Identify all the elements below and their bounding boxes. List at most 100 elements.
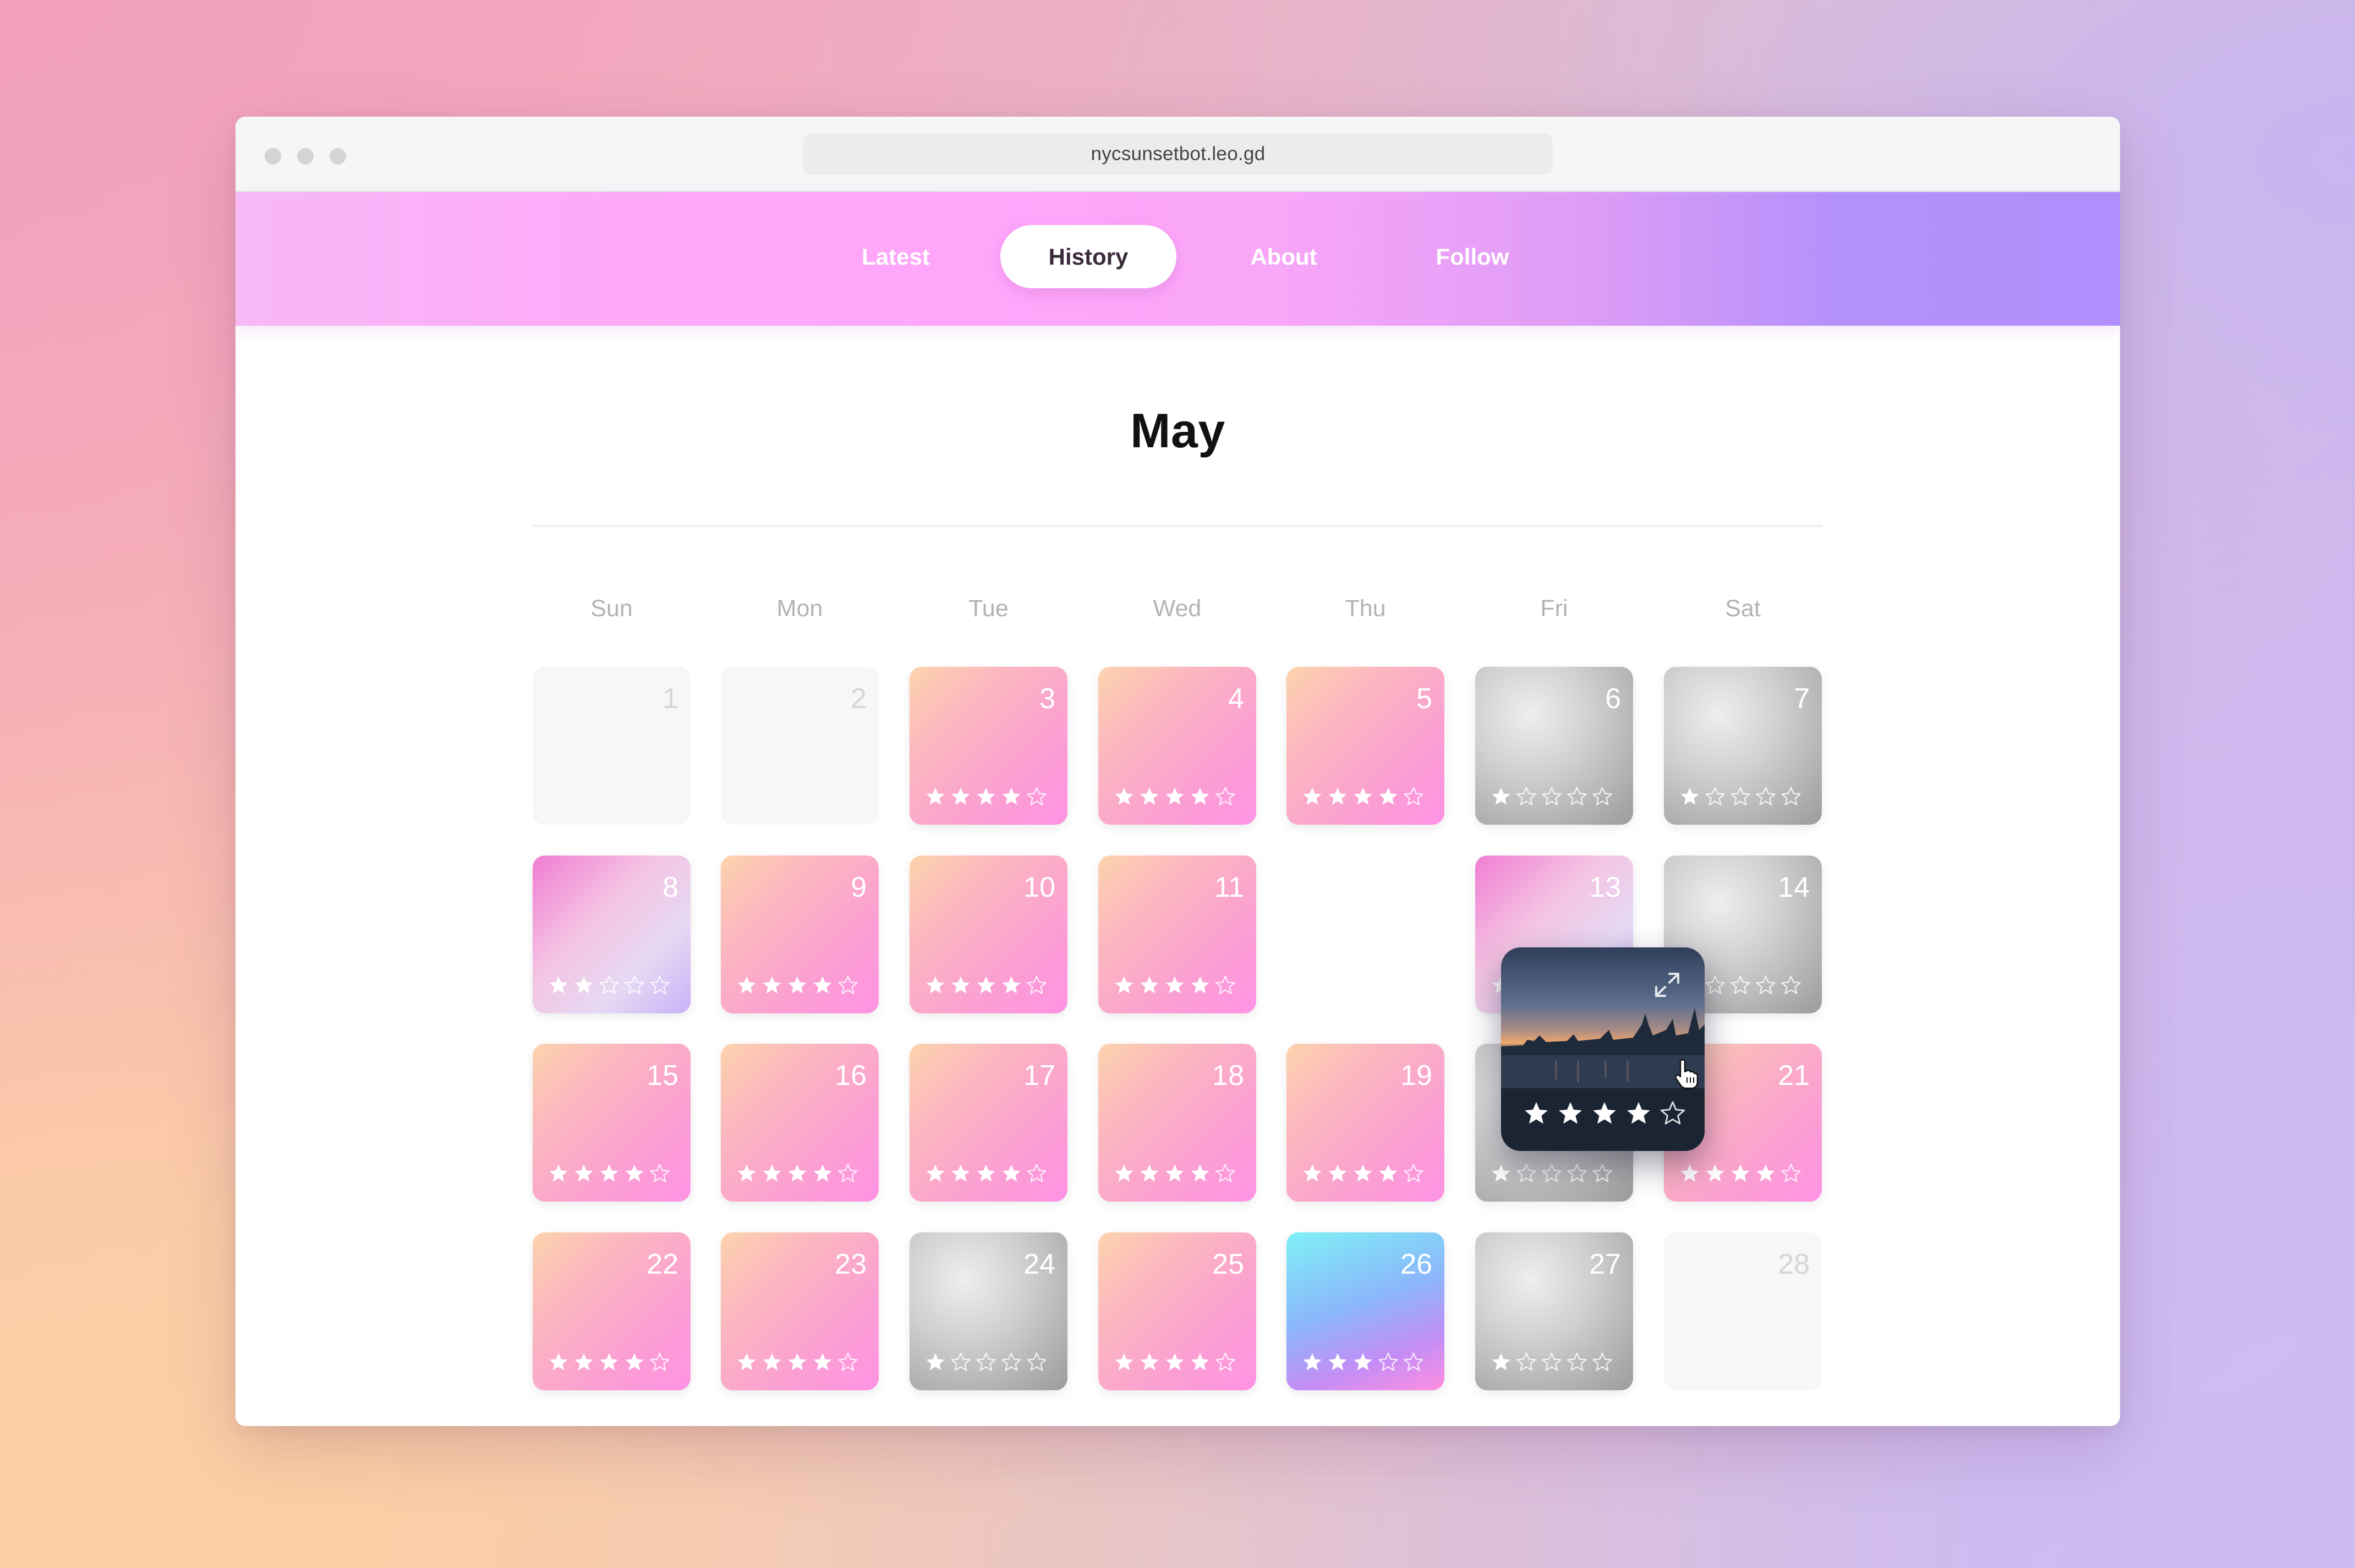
- calendar-day-22[interactable]: 22: [533, 1232, 691, 1390]
- browser-titlebar: nycsunsetbot.leo.gd: [236, 117, 2120, 192]
- calendar-day-3[interactable]: 3: [910, 667, 1067, 825]
- star-empty-icon: [1567, 1163, 1587, 1184]
- calendar-day-25[interactable]: 25: [1098, 1232, 1256, 1390]
- calendar-day-11[interactable]: 11: [1098, 856, 1256, 1013]
- star-filled-icon: [1302, 1352, 1323, 1373]
- star-empty-icon: [1592, 1163, 1613, 1184]
- star-empty-icon: [1705, 975, 1726, 996]
- day-number: 26: [1400, 1248, 1432, 1280]
- calendar-day-24[interactable]: 24: [910, 1232, 1067, 1390]
- calendar-day-27[interactable]: 27: [1475, 1232, 1633, 1390]
- day-rating: [1679, 1163, 1801, 1184]
- star-empty-icon: [1781, 786, 1801, 807]
- star-filled-icon: [1190, 975, 1211, 996]
- star-filled-icon: [1139, 1163, 1160, 1184]
- calendar-day-9[interactable]: 9: [721, 856, 879, 1013]
- star-filled-icon: [787, 1352, 808, 1373]
- day-rating: [1679, 786, 1801, 807]
- weekday-label: Sat: [1725, 595, 1761, 622]
- calendar-day-4[interactable]: 4: [1098, 667, 1256, 825]
- window-minimize-button[interactable]: [297, 148, 314, 165]
- star-empty-icon: [837, 975, 858, 996]
- nav-latest[interactable]: Latest: [808, 225, 984, 288]
- expand-icon[interactable]: [1652, 969, 1683, 1000]
- star-filled-icon: [1491, 1352, 1511, 1373]
- calendar-day-19[interactable]: 19: [1286, 1044, 1444, 1202]
- weekday-label: Sun: [590, 595, 633, 622]
- day-number: 4: [1228, 683, 1244, 715]
- day-rating: [925, 1352, 1047, 1373]
- calendar-day-23[interactable]: 23: [721, 1232, 879, 1390]
- star-filled-icon: [1164, 975, 1185, 996]
- star-filled-icon: [548, 1163, 569, 1184]
- star-filled-icon: [812, 1352, 833, 1373]
- star-filled-icon: [1001, 975, 1022, 996]
- star-filled-icon: [1755, 1163, 1776, 1184]
- day-number: 19: [1400, 1060, 1432, 1092]
- star-filled-icon: [1139, 1352, 1160, 1373]
- star-filled-icon: [1705, 1163, 1726, 1184]
- star-filled-icon: [624, 1352, 645, 1373]
- star-empty-icon: [837, 1163, 858, 1184]
- star-filled-icon: [573, 1352, 594, 1373]
- star-empty-icon: [837, 1352, 858, 1373]
- calendar-day-15[interactable]: 15: [533, 1044, 691, 1202]
- star-filled-icon: [1730, 1163, 1751, 1184]
- star-filled-icon: [1190, 1352, 1211, 1373]
- star-filled-icon: [1114, 975, 1135, 996]
- star-empty-icon: [1403, 1352, 1424, 1373]
- star-filled-icon: [548, 975, 569, 996]
- star-filled-icon: [1491, 1163, 1511, 1184]
- star-empty-icon: [1001, 1352, 1022, 1373]
- nav-follow[interactable]: Follow: [1384, 225, 1560, 288]
- star-filled-icon: [1491, 786, 1511, 807]
- sunset-photo-preview[interactable]: [1501, 947, 1705, 1151]
- day-number: 21: [1778, 1060, 1810, 1092]
- calendar-day-5[interactable]: 5: [1286, 667, 1444, 825]
- day-number: 7: [1794, 683, 1810, 715]
- star-filled-icon: [1378, 786, 1399, 807]
- day-rating: [1114, 1352, 1236, 1373]
- nav-history[interactable]: History: [1000, 225, 1176, 288]
- day-rating: [1491, 1352, 1613, 1373]
- window-zoom-button[interactable]: [330, 148, 346, 165]
- star-filled-icon: [1114, 1163, 1135, 1184]
- day-number: 27: [1589, 1248, 1621, 1280]
- star-empty-icon: [649, 1163, 670, 1184]
- day-number: 1: [662, 683, 678, 715]
- day-number: 5: [1416, 683, 1432, 715]
- star-filled-icon: [1164, 786, 1185, 807]
- day-number: 22: [647, 1248, 678, 1280]
- star-empty-icon: [1755, 975, 1776, 996]
- day-rating: [548, 975, 670, 996]
- calendar-day-2: 2: [721, 667, 879, 825]
- calendar-day-18[interactable]: 18: [1098, 1044, 1256, 1202]
- star-filled-icon: [925, 786, 946, 807]
- star-empty-icon: [1215, 786, 1236, 807]
- calendar-day-16[interactable]: 16: [721, 1044, 879, 1202]
- calendar-day-26[interactable]: 26: [1286, 1232, 1444, 1390]
- calendar-day-28: 28: [1664, 1232, 1822, 1390]
- day-rating: [548, 1352, 670, 1373]
- calendar-day-17[interactable]: 17: [910, 1044, 1067, 1202]
- day-rating: [1114, 1163, 1236, 1184]
- star-filled-icon: [950, 975, 971, 996]
- calendar-day-6[interactable]: 6: [1475, 667, 1633, 825]
- star-empty-icon: [1730, 786, 1751, 807]
- star-empty-icon: [599, 975, 620, 996]
- star-filled-icon: [950, 1163, 971, 1184]
- nav-about[interactable]: About: [1196, 225, 1372, 288]
- star-empty-icon: [1026, 975, 1047, 996]
- day-rating: [1302, 1163, 1424, 1184]
- day-number: 16: [835, 1060, 867, 1092]
- calendar-day-8[interactable]: 8: [533, 856, 691, 1013]
- star-empty-icon: [950, 1352, 971, 1373]
- calendar-day-7[interactable]: 7: [1664, 667, 1822, 825]
- star-filled-icon: [1625, 1100, 1652, 1127]
- calendar-day-10[interactable]: 10: [910, 856, 1067, 1013]
- day-number: 9: [851, 871, 867, 903]
- browser-window: nycsunsetbot.leo.gd Latest History About…: [236, 117, 2120, 1426]
- window-close-button[interactable]: [265, 148, 281, 165]
- star-empty-icon: [1660, 1100, 1686, 1127]
- address-bar[interactable]: nycsunsetbot.leo.gd: [803, 133, 1553, 175]
